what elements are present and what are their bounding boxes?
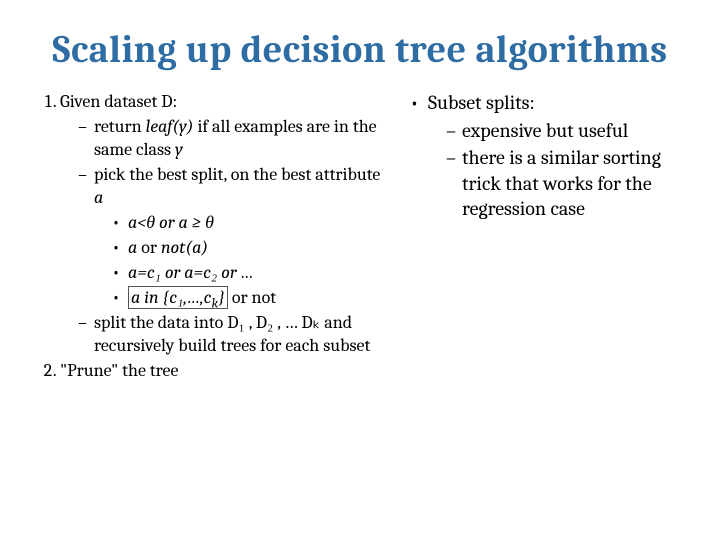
left-list: Given dataset D: return leaf(y) if all e… [30, 90, 390, 382]
italic-text: a [128, 237, 137, 258]
list-item: expensive but useful [446, 118, 690, 144]
slide: Scaling up decision tree algorithms Give… [0, 0, 720, 540]
list-item: a=c₁ or a=c₂ or … [112, 261, 390, 284]
italic-text: a=c₁ or a=c₂ or … [128, 262, 254, 283]
right-column: Subset splits: expensive but useful ther… [400, 90, 690, 384]
italic-text: a [94, 187, 103, 208]
italic-text: } [218, 287, 225, 308]
list-item: a in {c₁,…,ck} or not [112, 286, 390, 309]
italic-text: a<θ or a ≥ θ [128, 212, 214, 233]
content-columns: Given dataset D: return leaf(y) if all e… [30, 90, 690, 384]
list-item: there is a similar sorting trick that wo… [446, 145, 690, 222]
italic-text: y [175, 139, 183, 160]
text: return [94, 116, 146, 137]
list-item: a or not(a) [112, 236, 390, 259]
list-item: a<θ or a ≥ θ [112, 211, 390, 234]
text: "Prune" the tree [60, 360, 178, 381]
slide-title: Scaling up decision tree algorithms [30, 28, 690, 72]
list-item: pick the best split, on the best attribu… [78, 163, 390, 309]
list-item: split the data into D₁ , D₂ , … Dₖ and r… [78, 311, 390, 357]
sub-list: expensive but useful there is a similar … [428, 118, 690, 222]
italic-text: leaf(y) [146, 116, 194, 137]
left-column: Given dataset D: return leaf(y) if all e… [30, 90, 390, 384]
text: Given dataset D: [60, 91, 177, 112]
text: or [137, 237, 161, 258]
text: expensive but useful [462, 119, 628, 142]
boxed-text: a in {c₁,…,ck} [128, 286, 228, 309]
list-item: Given dataset D: return leaf(y) if all e… [60, 90, 390, 357]
italic-text: not(a) [161, 237, 208, 258]
sub-list: return leaf(y) if all examples are in th… [60, 115, 390, 357]
text: pick the best split, on the best attribu… [94, 164, 380, 185]
text: or not [228, 287, 276, 308]
list-item: return leaf(y) if all examples are in th… [78, 115, 390, 161]
text: there is a similar sorting trick that wo… [462, 146, 661, 220]
right-list: Subset splits: expensive but useful ther… [400, 90, 690, 222]
list-item: Subset splits: expensive but useful ther… [410, 90, 690, 222]
sub-sub-list: a<θ or a ≥ θ a or not(a) a=c₁ or a=c₂ or… [94, 211, 390, 309]
text: Subset splits: [428, 91, 535, 114]
text: split the data into D₁ , D₂ , … Dₖ and r… [94, 312, 370, 356]
italic-text: a in {c₁,…,c [131, 287, 212, 308]
list-item: "Prune" the tree [60, 359, 390, 382]
